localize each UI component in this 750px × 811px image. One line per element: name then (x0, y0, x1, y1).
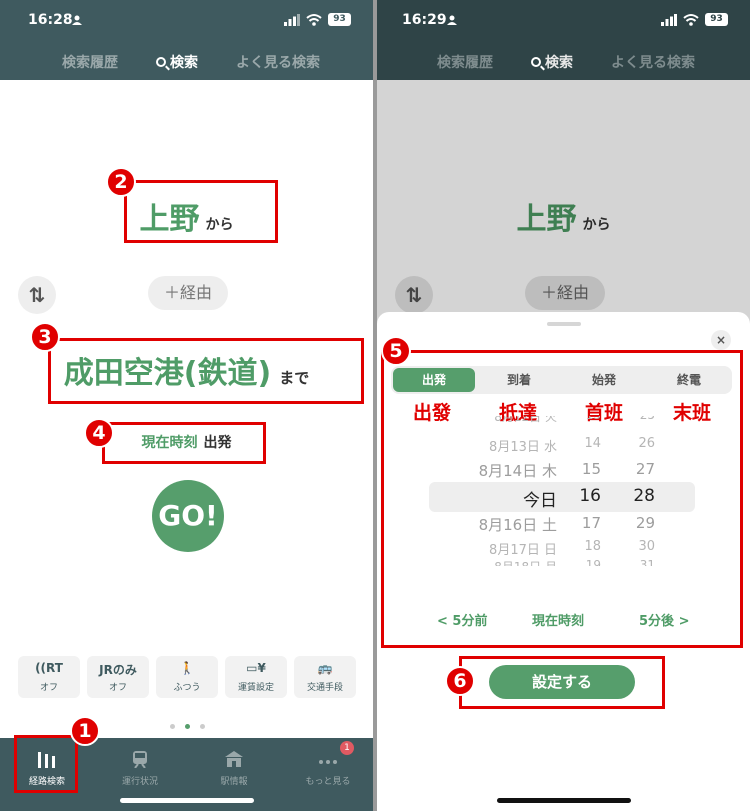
realtime-option-label: オフ (39, 683, 58, 693)
annotation-number-3: 3 (30, 322, 60, 352)
transport-mode-option[interactable]: 🚌 交通手段 (294, 656, 356, 698)
nav-service-status-label: 運行状況 (121, 777, 158, 787)
tab-favorites[interactable]: よく見る検索 (611, 52, 695, 72)
page-dot-active (185, 724, 190, 729)
status-time: 16:28 (28, 12, 73, 28)
swap-icon: ⇅ (28, 283, 46, 307)
fare-setting-label: 運賃設定 (237, 683, 274, 693)
status-bar: 16:29 93 (377, 0, 750, 40)
tab-history[interactable]: 検索履歴 (62, 52, 118, 72)
person-icon (447, 15, 457, 25)
walking-speed-label: ふつう (173, 683, 201, 693)
home-indicator (497, 798, 631, 803)
tab-favorites[interactable]: よく見る検索 (236, 52, 320, 72)
annotation-number-4: 4 (84, 418, 114, 448)
origin-name: 上野 (516, 202, 577, 237)
walking-speed-option[interactable]: 🚶 ふつう (156, 656, 218, 698)
swap-stations-button: ⇅ (395, 276, 433, 314)
add-via-button: ＋経由 (525, 276, 605, 310)
fare-setting-option[interactable]: ▭¥ 運賃設定 (225, 656, 287, 698)
battery-icon: 93 (328, 13, 351, 26)
tab-search-label: 検索 (545, 55, 573, 71)
annotation-box-origin (124, 180, 278, 243)
jr-only-option-label: オフ (108, 683, 127, 693)
fare-icon: ▭¥ (246, 661, 266, 675)
notification-badge: 1 (340, 741, 354, 755)
page-dot (200, 724, 205, 729)
add-via-button[interactable]: ＋経由 (148, 276, 228, 310)
tab-history[interactable]: 検索履歴 (437, 52, 493, 72)
jr-only-option[interactable]: JRのみオフ (87, 656, 149, 698)
annotation-box-set-button (459, 656, 665, 709)
nav-station-info-label: 駅情報 (220, 777, 248, 787)
wifi-icon (306, 14, 322, 26)
search-tabs: 検索履歴 検索 よく見る検索 (0, 40, 373, 80)
tab-search-label: 検索 (170, 55, 198, 71)
annotation-box-time (102, 422, 266, 464)
time-picker-screen: 16:29 93 検索履歴 検索 よく見る検索 上野 から ⇅ ＋経由 × 出発 … (377, 0, 750, 811)
origin-suffix: から (582, 217, 611, 233)
wifi-icon (683, 14, 699, 26)
annotation-number-1: 1 (70, 716, 100, 746)
realtime-option[interactable]: ((RT オフ (18, 656, 80, 698)
close-icon[interactable]: × (711, 330, 731, 350)
annotation-box-route-search (14, 735, 78, 793)
annotation-box-picker (381, 350, 743, 648)
search-tabs: 検索履歴 検索 よく見る検索 (377, 40, 750, 80)
annotation-number-6: 6 (445, 666, 475, 696)
annotation-box-destination (48, 338, 364, 404)
tab-search[interactable]: 検索 (531, 52, 573, 72)
page-dot (170, 724, 175, 729)
nav-more-label: もっと見る (305, 777, 351, 787)
nav-service-status[interactable]: 運行状況 (100, 750, 180, 787)
sheet-grabber[interactable] (547, 322, 581, 326)
search-icon (156, 57, 166, 67)
go-button[interactable]: GO! (152, 480, 224, 552)
search-icon (531, 57, 541, 67)
swap-icon: ⇅ (405, 283, 423, 307)
walking-icon: 🚶 (179, 661, 195, 675)
annotation-number-2: 2 (106, 167, 136, 197)
page-indicator (170, 724, 210, 730)
status-time: 16:29 (402, 12, 447, 28)
cellular-signal-icon (284, 14, 300, 26)
swap-stations-button[interactable]: ⇅ (18, 276, 56, 314)
annotation-number-5: 5 (381, 336, 411, 366)
nav-more[interactable]: もっと見る (288, 750, 368, 787)
battery-icon: 93 (705, 13, 728, 26)
person-icon (72, 15, 82, 25)
train-icon (133, 751, 147, 768)
nav-station-info[interactable]: 駅情報 (194, 750, 274, 787)
cellular-signal-icon (661, 14, 677, 26)
bus-icon: 🚌 (317, 661, 333, 675)
jr-only-label: JRのみ (99, 663, 137, 677)
search-screen: 16:28 93 検索履歴 検索 よく見る検索 上野 から ⇅ ＋経由 成田空港(… (0, 0, 373, 811)
more-icon (319, 760, 337, 764)
transport-mode-label: 交通手段 (306, 683, 343, 693)
station-icon (225, 751, 243, 767)
home-indicator (120, 798, 254, 803)
status-bar: 16:28 93 (0, 0, 373, 40)
tab-search[interactable]: 検索 (156, 52, 198, 72)
origin-station: 上野 から (377, 194, 750, 238)
realtime-icon: ((RT (35, 661, 63, 675)
